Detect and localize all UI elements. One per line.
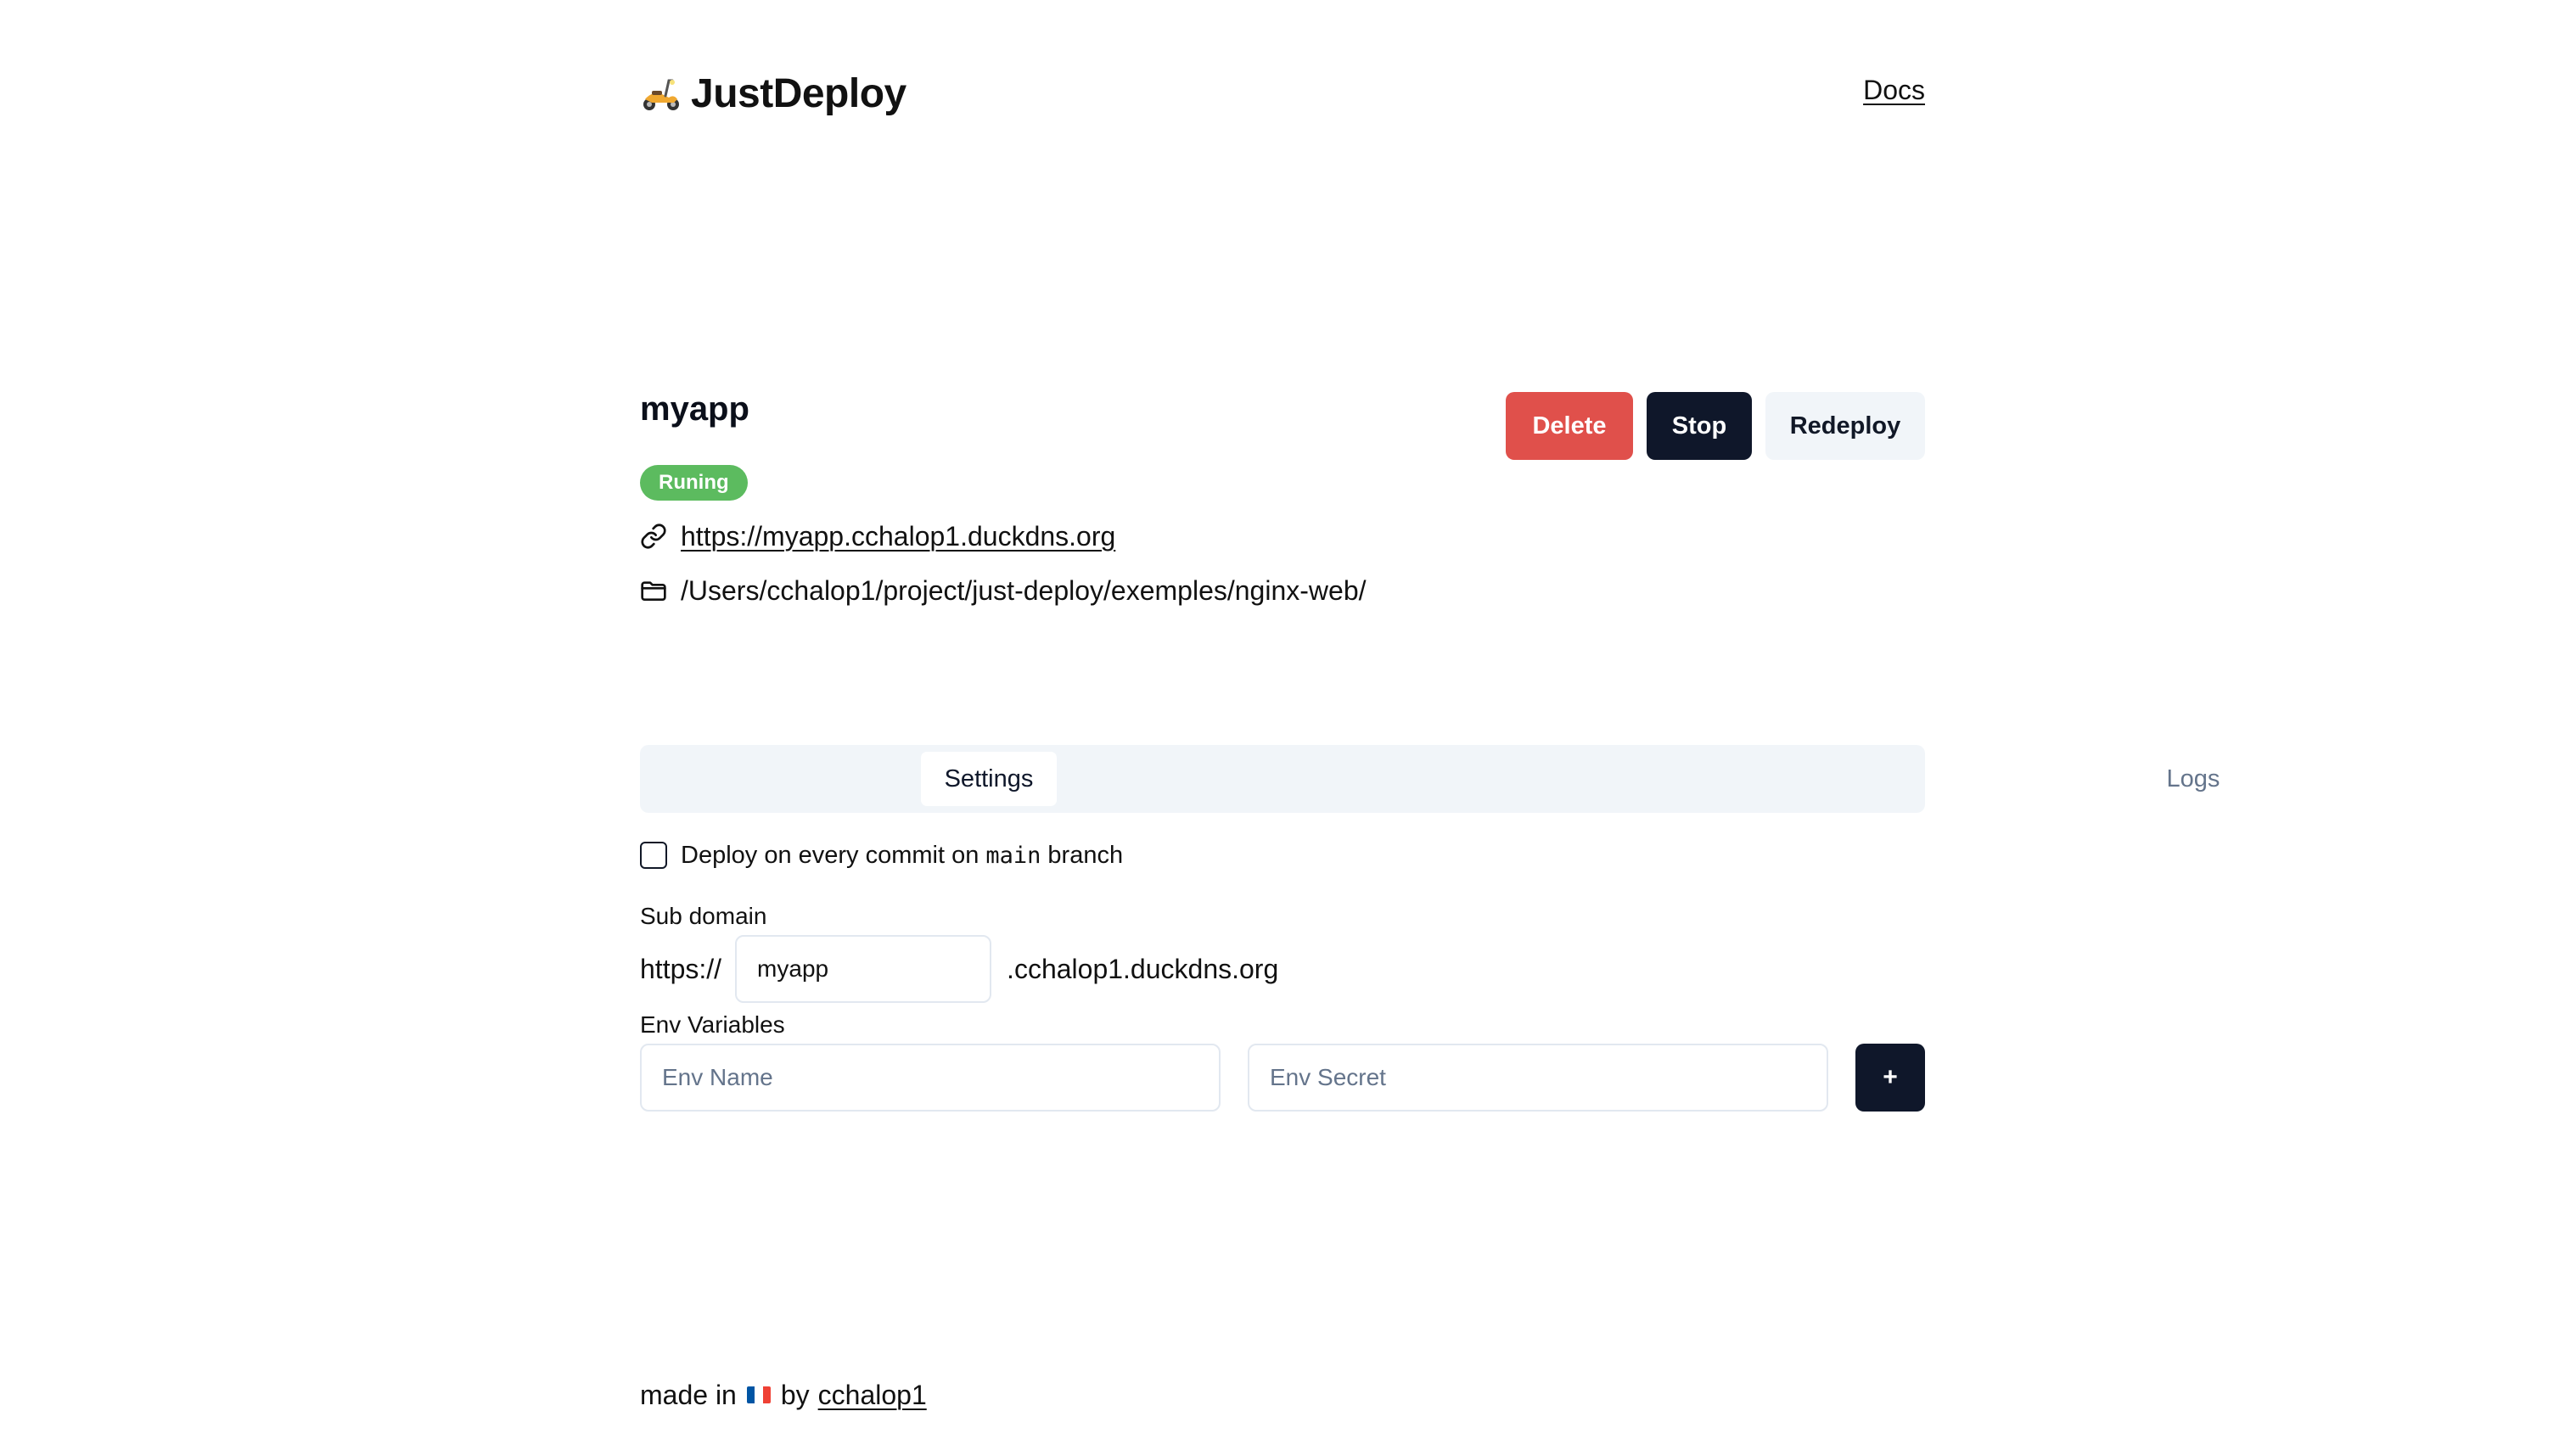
subdomain-suffix: .cchalop1.duckdns.org [1007,953,1279,984]
env-name-input[interactable] [640,1044,1221,1112]
app-path: /Users/cchalop1/project/just-deploy/exem… [681,574,1367,606]
subdomain-row: https:// .cchalop1.duckdns.org [640,935,1278,1003]
tab-list: Settings Logs [640,745,2220,813]
status-badge: Runing [640,465,748,501]
brand-name: JustDeploy [691,70,906,116]
footer: made in by cchalop1 [640,1376,927,1414]
scooter-icon [640,72,682,115]
subdomain-scheme: https:// [640,953,722,984]
france-flag-icon [746,1386,771,1403]
app-name: myapp [640,390,749,428]
header: JustDeploy Docs [640,66,1925,120]
brand-link[interactable]: JustDeploy [640,66,906,120]
link-icon [640,523,667,550]
auto-deploy-row: Deploy on every commit on main branch [640,838,1123,872]
app-actions: Delete Stop Redeploy [1506,392,1925,460]
tab-settings[interactable]: Settings [921,752,1057,806]
tab-logs[interactable]: Logs [2142,752,2244,806]
subdomain-label: Sub domain [640,903,767,929]
add-env-button[interactable]: + [1855,1044,1925,1112]
subdomain-input[interactable] [735,935,992,1003]
app-url-link[interactable]: https://myapp.cchalop1.duckdns.org [681,521,1115,552]
author-link[interactable]: cchalop1 [818,1380,927,1411]
delete-button[interactable]: Delete [1506,392,1633,460]
env-variables-label: Env Variables [640,1011,785,1038]
env-variables-row: + [640,1044,1925,1112]
footer-made-in: made in [640,1379,737,1410]
auto-deploy-suffix: branch [1047,841,1124,869]
app-url-row: https://myapp.cchalop1.duckdns.org [640,518,1115,555]
branch-name: main [985,842,1041,869]
redeploy-button[interactable]: Redeploy [1765,392,1925,460]
app-path-row: /Users/cchalop1/project/just-deploy/exem… [640,572,1367,609]
auto-deploy-prefix: Deploy on every commit on [681,841,979,869]
stop-button[interactable]: Stop [1647,392,1752,460]
env-secret-input[interactable] [1248,1044,1828,1112]
footer-by: by [780,1379,810,1410]
folder-icon [640,577,667,604]
auto-deploy-checkbox[interactable] [640,842,667,869]
docs-link[interactable]: Docs [1863,75,1925,106]
